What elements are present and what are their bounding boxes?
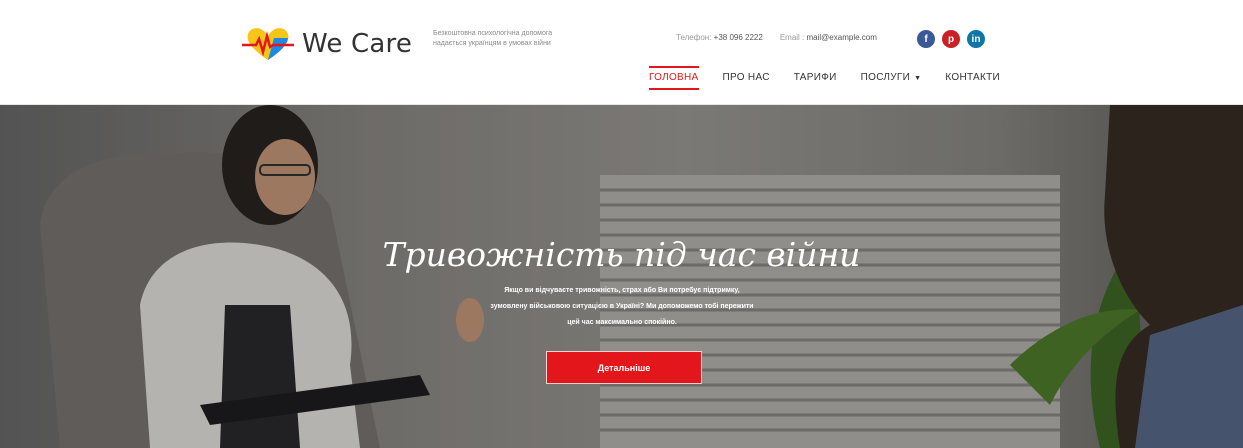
details-button[interactable]: Детальніше	[546, 351, 702, 384]
nav-item-home[interactable]: ГОЛОВНА	[649, 66, 699, 90]
heart-pulse-icon	[242, 28, 294, 60]
phone-number[interactable]: +38 096 2222	[714, 33, 763, 42]
facebook-glyph: f	[924, 33, 928, 45]
facebook-icon[interactable]: f	[917, 30, 935, 48]
hero-description: Якщо ви відчуваєте тривожність, страх аб…	[490, 287, 754, 326]
main-nav: ГОЛОВНА ПРО НАС ТАРИФИ ПОСЛУГИ ▼ КОНТАКТИ	[649, 66, 1024, 90]
linkedin-glyph: in	[971, 33, 981, 45]
email-label: Email :	[779, 33, 805, 42]
site-header: We Care Безкоштовна психологічна допомог…	[0, 0, 1243, 105]
pinterest-glyph: p	[947, 33, 955, 45]
email-address[interactable]: mail@example.com	[807, 33, 877, 42]
brand-name: We Care	[302, 29, 413, 59]
brand-tagline: Безкоштовна психологічна допомога надаєт…	[433, 30, 553, 47]
hero-title: Тривожність під час війни	[382, 235, 861, 274]
nav-item-services[interactable]: ПОСЛУГИ ▼	[861, 72, 922, 83]
nav-item-about[interactable]: ПРО НАС	[723, 72, 770, 83]
pinterest-icon[interactable]: p	[942, 30, 960, 48]
nav-item-pricing[interactable]: ТАРИФИ	[794, 72, 837, 83]
nav-item-services-label: ПОСЛУГИ	[860, 72, 911, 83]
phone-label: Телефон:	[676, 33, 712, 42]
hero-banner: Тривожність під час війни Якщо ви відчув…	[0, 105, 1243, 448]
linkedin-icon[interactable]: in	[967, 30, 985, 48]
logo[interactable]: We Care	[240, 24, 412, 64]
contact-info: Телефон: +38 096 2222 Email : mail@examp…	[676, 33, 877, 42]
caret-down-icon: ▼	[914, 75, 922, 82]
hero-photo	[0, 105, 1243, 448]
nav-item-contacts[interactable]: КОНТАКТИ	[945, 72, 1000, 83]
